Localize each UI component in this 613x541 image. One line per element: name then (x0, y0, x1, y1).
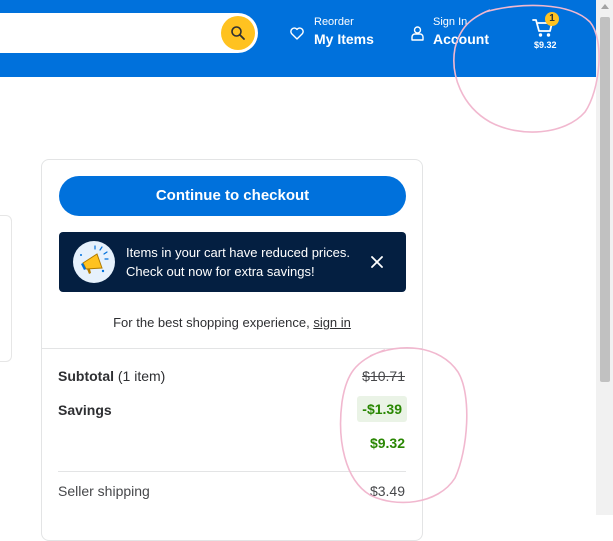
subtotal-label: Subtotal (58, 368, 114, 384)
scroll-up-arrow[interactable] (601, 4, 609, 9)
subtotal-item-count: (1 item) (117, 368, 166, 384)
person-icon (411, 26, 424, 41)
cart-count-badge: 1 (545, 12, 559, 26)
promo-line-2: Check out now for extra savings! (126, 264, 315, 279)
reorder-big-label: My Items (314, 31, 374, 47)
signin-prompt-text: For the best shopping experience, (113, 315, 310, 330)
cart-items-panel (0, 215, 12, 362)
discounted-total: $9.32 (369, 435, 405, 451)
savings-value: -$1.39 (357, 396, 407, 422)
reduced-prices-banner: Items in your cart have reduced prices. … (59, 232, 406, 292)
seller-shipping-label: Seller shipping (58, 483, 150, 499)
savings-label: Savings (58, 402, 112, 418)
signin-prompt: For the best shopping experience, sign i… (42, 315, 422, 330)
subtotal-row-label: Subtotal (1 item) (58, 368, 165, 384)
reorder-small-label: Reorder (314, 16, 354, 28)
site-header: Reorder My Items Sign In Account 1 $9.32 (0, 0, 596, 77)
promo-line-1: Items in your cart have reduced prices. (126, 245, 350, 260)
order-summary-card: Continue to checkout Items in your cart … (41, 159, 423, 541)
row-divider (58, 471, 406, 472)
search-button[interactable] (221, 16, 255, 50)
cart-total: $9.32 (534, 40, 557, 50)
scrollbar-thumb[interactable] (600, 17, 610, 382)
subtotal-original-price: $10.71 (362, 368, 405, 384)
promo-message: Items in your cart have reduced prices. … (126, 243, 366, 281)
account-small-label: Sign In (433, 16, 468, 28)
search-icon (231, 26, 245, 40)
close-banner-button[interactable] (367, 252, 387, 272)
continue-to-checkout-button[interactable]: Continue to checkout (59, 176, 406, 216)
seller-shipping-value: $3.49 (369, 483, 405, 499)
sign-in-link[interactable]: sign in (313, 315, 351, 330)
section-divider (42, 348, 422, 349)
search-input[interactable] (0, 13, 258, 53)
cart-button[interactable]: 1 $9.32 (528, 12, 568, 56)
heart-icon (290, 27, 304, 40)
megaphone-icon (73, 241, 115, 283)
close-icon (371, 256, 383, 268)
account-big-label: Account (433, 31, 489, 47)
